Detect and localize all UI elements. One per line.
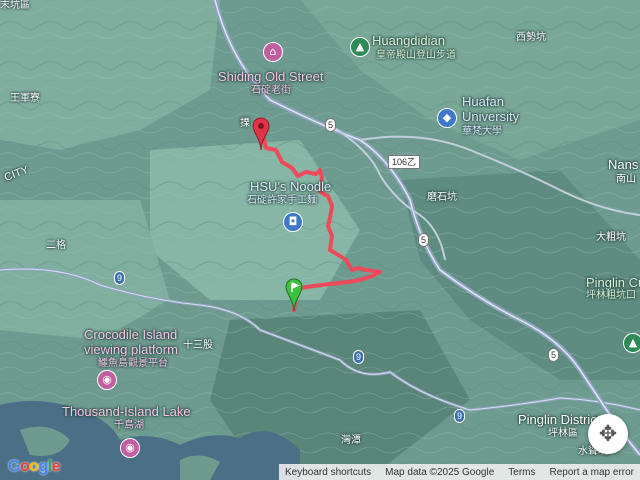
pinglin-district-zh-label: 坪林區 [548, 428, 578, 439]
pinglin-district-label: Pinglin District [518, 412, 601, 427]
road-9-shield: 9 [114, 271, 125, 285]
huafan-university-label-line2[interactable]: University [462, 109, 519, 124]
hsus-noodle-label[interactable]: HSU's Noodle [250, 179, 331, 194]
recenter-icon: ✥ [598, 421, 618, 447]
report-map-error-link[interactable]: Report a map error [550, 467, 634, 478]
terms-link[interactable]: Terms [508, 467, 535, 478]
road-5-shield: 5 [548, 348, 559, 362]
zhanlantan-label: 灣潭 [341, 435, 361, 446]
university-icon[interactable]: ◆ [437, 108, 457, 128]
road-106-shield: 106乙 [388, 155, 421, 169]
road-9-shield: 9 [454, 409, 465, 423]
road-5-shield: 5 [418, 233, 429, 247]
red-pin-marker-icon[interactable] [251, 116, 271, 152]
landmark-icon[interactable]: ⌂ [263, 42, 283, 62]
google-logo: Google [8, 458, 61, 475]
huafan-university-label-line1[interactable]: Huafan [462, 94, 504, 109]
crocodile-island-label-line2[interactable]: viewing platform [84, 342, 178, 357]
erge-label: 二格 [46, 240, 66, 251]
crocodile-island-label-line1[interactable]: Crocodile Island [84, 327, 177, 342]
thousand-island-lake-label[interactable]: Thousand-Island Lake [62, 404, 191, 419]
shiding-old-street-label[interactable]: Shiding Old Street [218, 69, 324, 84]
huafan-university-zh-label: 華梵大學 [462, 126, 502, 137]
huangdidian-zh-label: 皇帝殿山登山步道 [376, 50, 456, 61]
dacukeng-label: 大粗坑 [596, 232, 626, 243]
keyboard-shortcuts-link[interactable]: Keyboard shortcuts [285, 467, 371, 478]
map-data-text: Map data ©2025 Google [385, 466, 495, 478]
hsus-noodle-zh-label: 石碇許家手工麵 [247, 195, 317, 206]
park-icon[interactable]: ▲ [623, 333, 640, 353]
pinglin-cuken-zh-label: 坪林粗坑口 [586, 290, 636, 301]
shisangu-label: 十三股 [183, 340, 213, 351]
road-9-shield: 9 [353, 350, 364, 364]
xishikeng-label: 西勢坑 [516, 32, 546, 43]
shiding-old-street-zh-label: 石碇老街 [251, 85, 291, 96]
wangjia-label: 王軍寮 [10, 93, 40, 104]
camera-icon[interactable]: ◉ [97, 370, 117, 390]
pinglin-cuken-label[interactable]: Pinglin Cuken [586, 275, 640, 290]
shopping-bag-icon[interactable]: ◘ [283, 212, 303, 232]
thousand-island-lake-zh-label: 千島湖 [114, 420, 144, 431]
recenter-button[interactable]: ✥ [588, 414, 628, 454]
moshikeng-label: 磨石坑 [427, 192, 457, 203]
camera-icon[interactable]: ◉ [120, 438, 140, 458]
attribution-bar: Keyboard shortcuts Map data ©2025 Google… [278, 464, 640, 480]
crocodile-island-zh-label: 鱷魚島觀景平台 [98, 358, 168, 369]
road-5-shield: 5 [325, 118, 336, 132]
map-canvas[interactable]: ⌂ ▲ ◆ ◘ ◉ ◉ ▲ 末坑區 Shiding Old Street 石碇老… [0, 0, 640, 480]
green-flag-marker-icon[interactable] [284, 277, 304, 313]
start-area-label: 搮 [240, 118, 250, 129]
trail-icon[interactable]: ▲ [350, 37, 370, 57]
nans-zh-label: 南山 [616, 174, 636, 185]
nans-label: Nans [608, 157, 639, 172]
area-label: 末坑區 [0, 0, 30, 11]
huangdidian-label[interactable]: Huangdidian [372, 33, 445, 48]
